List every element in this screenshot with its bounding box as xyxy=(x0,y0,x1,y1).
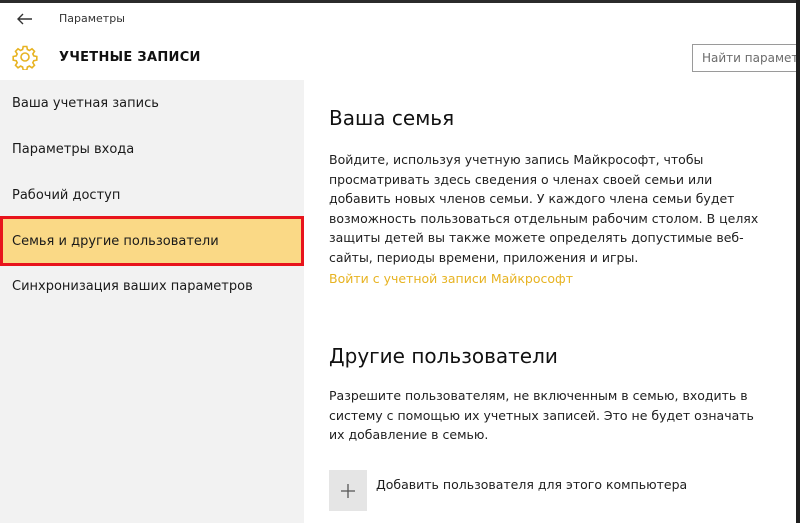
sidebar-item-sign-in-options[interactable]: Параметры входа xyxy=(0,126,304,172)
other-users-description-line: систему с помощью их учетных записей. Эт… xyxy=(329,407,754,423)
other-users-heading: Другие пользователи xyxy=(329,344,558,368)
family-heading: Ваша семья xyxy=(329,106,455,130)
sidebar-item-label: Синхронизация ваших параметров xyxy=(12,278,253,294)
family-description: Войдите, используя учетную запись Майкро… xyxy=(329,150,769,267)
add-user-tile[interactable] xyxy=(329,470,367,511)
title-bar: Параметры xyxy=(0,3,796,36)
sidebar: Ваша учетная запись Параметры входа Рабо… xyxy=(0,80,304,523)
add-user-button[interactable]: Добавить пользователя для этого компьюте… xyxy=(329,470,687,511)
plus-icon xyxy=(341,483,355,498)
other-users-description: Разрешите пользователям, не включенным в… xyxy=(329,386,769,445)
back-button[interactable] xyxy=(11,9,39,29)
other-users-description-line: Разрешите пользователям, не включенным в… xyxy=(329,388,748,403)
add-user-label: Добавить пользователя для этого компьюте… xyxy=(376,477,688,492)
family-description-line: добавить новых членов семьи. У каждого ч… xyxy=(329,191,735,206)
sidebar-item-label: Ваша учетная запись xyxy=(12,95,159,111)
sidebar-item-work-access[interactable]: Рабочий доступ xyxy=(0,172,304,218)
family-description-line: Войдите, используя учетную запись Майкро… xyxy=(329,152,704,167)
other-users-description-line: их добавление в семью. xyxy=(329,427,489,442)
gear-icon xyxy=(12,45,38,70)
sign-in-microsoft-link[interactable]: Войти с учетной записи Майкрософт xyxy=(329,271,573,286)
sidebar-item-label: Семья и другие пользователи xyxy=(12,233,219,249)
sidebar-item-sync-settings[interactable]: Синхронизация ваших параметров xyxy=(0,263,304,309)
window-title: Параметры xyxy=(59,12,125,25)
search-input[interactable] xyxy=(692,44,796,72)
sidebar-item-label: Рабочий доступ xyxy=(12,187,121,203)
sidebar-item-your-account[interactable]: Ваша учетная запись xyxy=(0,80,304,126)
family-description-line: просматривать здесь сведения о членах св… xyxy=(329,171,713,187)
family-description-line: сайты, периоды времени, приложения и игр… xyxy=(329,249,639,265)
sidebar-item-label: Параметры входа xyxy=(12,141,135,157)
family-description-line: защиты детей вы также можете определять … xyxy=(329,230,744,245)
sidebar-item-family-and-others[interactable]: Семья и другие пользователи xyxy=(0,216,304,266)
page-header: УЧЕТНЫЕ ЗАПИСИ xyxy=(0,36,796,80)
page-title: УЧЕТНЫЕ ЗАПИСИ xyxy=(59,50,201,65)
arrow-left-icon xyxy=(17,13,32,25)
family-description-line: возможность пользоваться отдельным рабоч… xyxy=(329,210,759,226)
window-frame-right xyxy=(796,0,800,523)
